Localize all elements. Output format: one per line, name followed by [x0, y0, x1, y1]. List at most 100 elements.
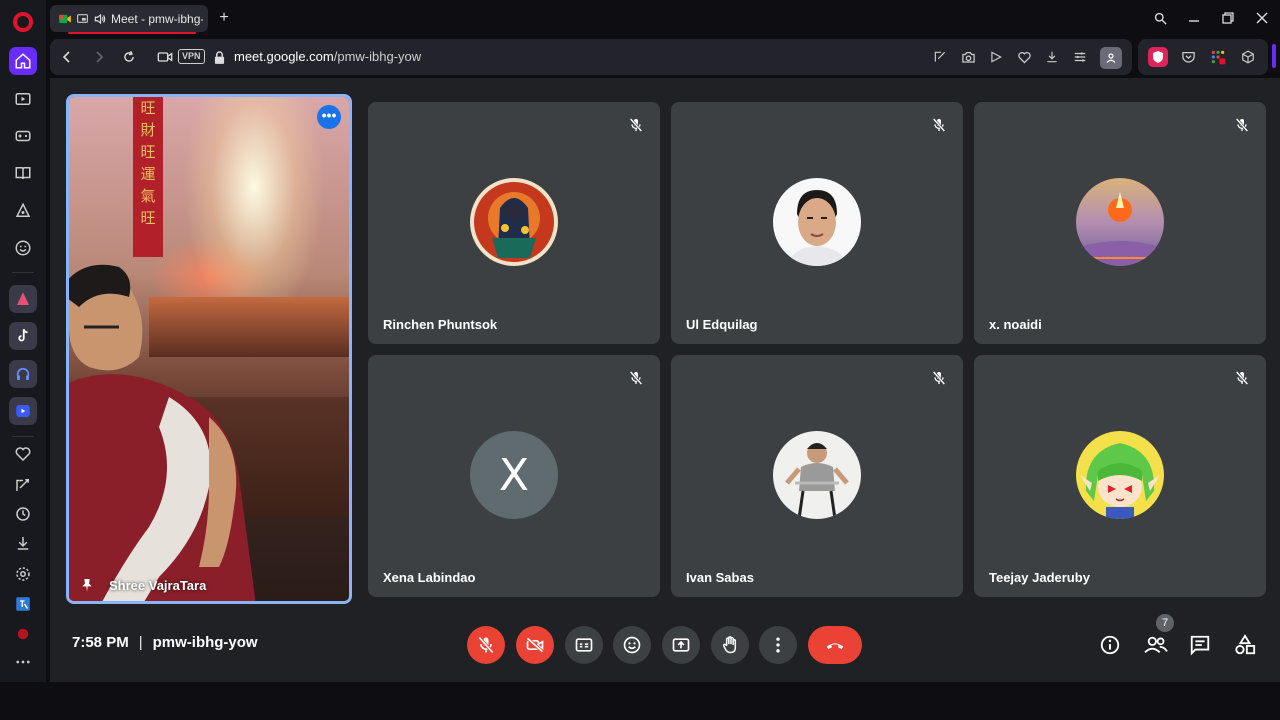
pip-icon[interactable] — [76, 12, 89, 25]
avatar — [470, 178, 558, 266]
player-icon[interactable] — [9, 85, 37, 113]
tile-more-options-button[interactable]: ••• — [317, 105, 341, 129]
present-icon — [672, 638, 690, 652]
participant-count-badge: 7 — [1156, 614, 1174, 632]
screen: Meet - pmw-ibhg-yow + VPN meet.google.co… — [0, 0, 1280, 720]
send-flow-icon[interactable] — [988, 47, 1004, 67]
mic-off-icon — [629, 118, 643, 132]
vpn-badge[interactable]: VPN — [178, 49, 205, 64]
avatar — [773, 431, 861, 519]
extensions-cube-icon[interactable] — [1238, 47, 1258, 67]
participant-tile[interactable]: X Xena Labindao — [368, 355, 660, 597]
camera-toggle-button[interactable] — [516, 626, 554, 664]
extension-icon[interactable] — [9, 620, 37, 648]
chat-button[interactable] — [1186, 631, 1214, 659]
avatar — [1076, 431, 1164, 519]
opera-logo-icon[interactable] — [13, 12, 33, 32]
aria-icon[interactable] — [9, 285, 37, 313]
close-window-icon[interactable] — [1254, 9, 1270, 27]
reactions-button[interactable] — [613, 626, 651, 664]
banner-char: 運 — [140, 165, 156, 183]
present-screen-button[interactable] — [662, 626, 700, 664]
activities-shapes-icon — [1235, 634, 1256, 655]
reload-button[interactable] — [120, 48, 138, 66]
music-icon[interactable] — [9, 360, 37, 388]
restore-icon[interactable] — [1220, 9, 1236, 27]
participant-name: Ivan Sabas — [686, 570, 754, 585]
participant-tile[interactable]: Ul Edquilag — [671, 102, 963, 344]
hang-up-icon — [826, 643, 844, 650]
people-button[interactable] — [1142, 631, 1170, 659]
featured-video-tile[interactable]: 旺 財 旺 運 氣 旺 ••• Shree VajraTara — [66, 94, 352, 604]
pin-icon[interactable] — [79, 577, 95, 593]
participant-name: Ul Edquilag — [686, 317, 758, 332]
camera-permission-icon[interactable] — [156, 48, 174, 66]
forward-button[interactable] — [90, 48, 108, 66]
apps-grid-icon[interactable] — [1208, 47, 1228, 67]
opera-vpn-extension-icon[interactable] — [1148, 47, 1168, 67]
leave-call-button[interactable] — [808, 626, 862, 664]
history-icon[interactable] — [9, 500, 37, 528]
mic-off-icon — [629, 371, 643, 385]
tab-active-indicator — [68, 32, 196, 34]
participant-tile[interactable]: Teejay Jaderuby — [974, 355, 1266, 597]
meeting-time: 7:58 PM — [72, 634, 129, 651]
url-path: /pmw-ibhg-yow — [333, 49, 422, 64]
meeting-info-separator: | — [138, 634, 143, 651]
activities-button[interactable] — [1231, 631, 1259, 659]
address-bar: VPN meet.google.com/pmw-ibhg-yow — [50, 39, 1132, 75]
url-field[interactable]: meet.google.com/pmw-ibhg-yow — [234, 49, 421, 64]
address-actions — [932, 47, 1122, 69]
home-icon[interactable] — [9, 47, 37, 75]
easy-setup-icon[interactable] — [1072, 47, 1088, 67]
downloads-icon[interactable] — [9, 529, 37, 557]
avatar — [1076, 178, 1164, 266]
meet-favicon-icon — [59, 14, 71, 23]
pinboard-icon[interactable] — [9, 471, 37, 499]
raise-hand-button[interactable] — [711, 626, 749, 664]
video-app-icon[interactable] — [9, 397, 37, 425]
tab-meet[interactable]: Meet - pmw-ibhg-yow — [50, 5, 208, 34]
download-icon[interactable] — [1044, 47, 1060, 67]
back-button[interactable] — [58, 48, 76, 66]
banner-char: 財 — [140, 121, 156, 139]
extensions-bar — [1138, 39, 1268, 75]
lock-icon[interactable] — [210, 48, 228, 66]
meet-stage: 旺 財 旺 運 氣 旺 ••• Shree VajraTara Rinchen … — [50, 78, 1280, 682]
sidebar-accent-bar — [1272, 44, 1276, 68]
more-options-icon[interactable] — [9, 648, 37, 676]
new-tab-button[interactable]: + — [216, 10, 232, 26]
edit-icon[interactable] — [932, 47, 948, 67]
search-tabs-icon[interactable] — [1152, 9, 1168, 27]
tiktok-icon[interactable] — [9, 322, 37, 350]
settings-icon[interactable] — [9, 560, 37, 588]
emoji-icon[interactable] — [9, 234, 37, 262]
tab-bar: Meet - pmw-ibhg-yow + — [46, 0, 1280, 38]
microphone-toggle-button[interactable] — [467, 626, 505, 664]
participant-tile[interactable]: Ivan Sabas — [671, 355, 963, 597]
pocket-icon[interactable] — [1178, 47, 1198, 67]
camera-off-icon — [526, 637, 544, 653]
more-options-button[interactable] — [759, 626, 797, 664]
profile-icon[interactable] — [1100, 47, 1122, 69]
minimize-icon[interactable] — [1186, 9, 1202, 27]
sidebar-divider — [12, 272, 34, 273]
speaker-figure — [69, 264, 256, 601]
translate-icon[interactable] — [9, 590, 37, 618]
audio-playing-icon[interactable] — [93, 12, 107, 26]
info-icon — [1100, 635, 1120, 655]
gaming-icon[interactable] — [9, 122, 37, 150]
heart-icon[interactable] — [9, 440, 37, 468]
meeting-details-button[interactable] — [1096, 631, 1124, 659]
snapshot-icon[interactable] — [960, 47, 976, 67]
captions-button[interactable] — [565, 626, 603, 664]
mic-off-icon — [478, 636, 494, 654]
opera-sidebar — [0, 0, 46, 682]
reader-icon[interactable] — [9, 159, 37, 187]
meeting-info: 7:58 PM | pmw-ibhg-yow — [72, 634, 258, 651]
participant-tile[interactable]: Rinchen Phuntsok — [368, 102, 660, 344]
crypto-wallet-icon[interactable] — [9, 197, 37, 225]
bookmark-heart-icon[interactable] — [1016, 47, 1032, 67]
participant-tile[interactable]: x. noaidi — [974, 102, 1266, 344]
banner-char: 氣 — [140, 187, 156, 205]
